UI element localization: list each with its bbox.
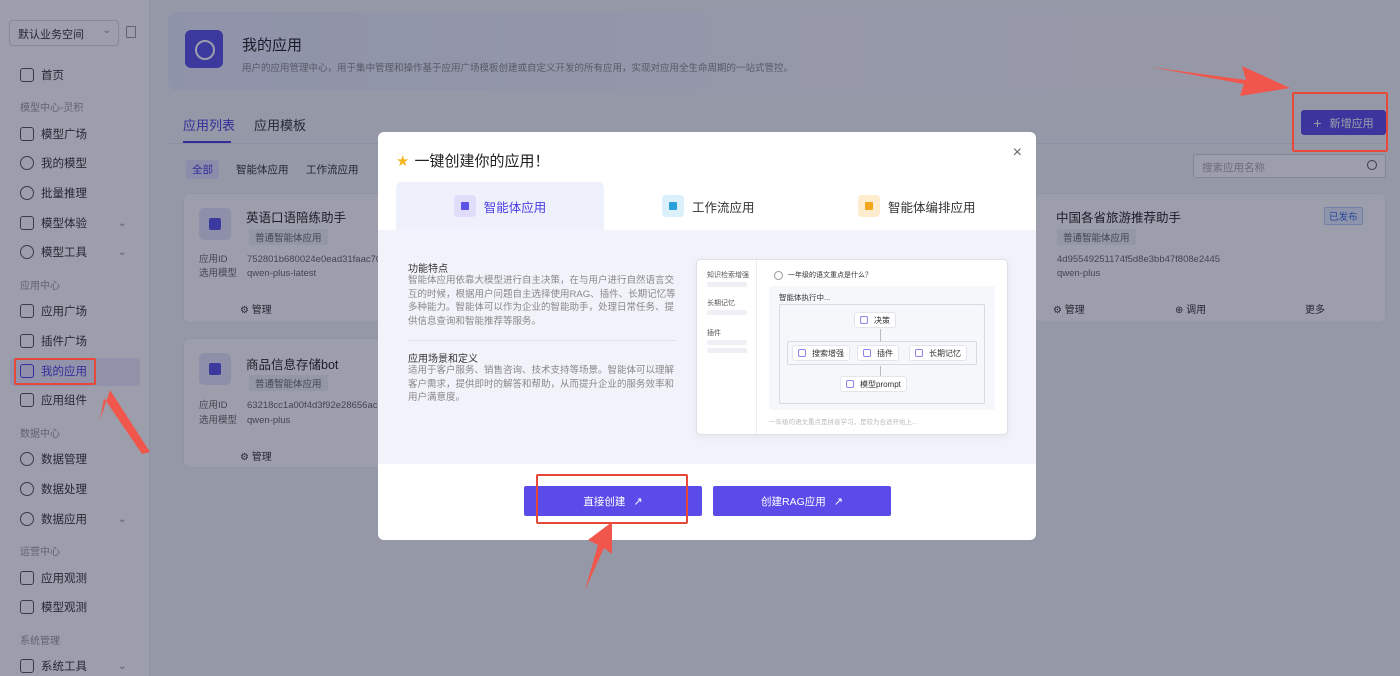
modal-title: ★ 一键创建你的应用！: [396, 150, 549, 171]
preview-bar: [707, 282, 747, 287]
preview-bar: [707, 348, 747, 353]
search-enhance-icon: [798, 349, 806, 357]
node-label: 决策: [874, 315, 890, 325]
plugin-icon: [863, 349, 871, 357]
prompt-icon: [846, 380, 854, 388]
preview-bar: [707, 340, 747, 345]
tab-label: 工作流应用: [692, 200, 755, 215]
agent-preview-image: 知识检索增强 长期记忆 插件 一年级的语文重点是什么？ 智能体执行中... 决策…: [696, 259, 1008, 435]
node-label: 长期记忆: [929, 348, 961, 358]
tab-workflow-app[interactable]: 工作流应用: [662, 182, 755, 230]
memory-icon: [915, 349, 923, 357]
preview-node-decide: 决策: [854, 312, 896, 328]
tab-label: 智能体编排应用: [888, 200, 976, 215]
create-app-modal: ★ 一键创建你的应用！ × 智能体应用 工作流应用 智能体编排应用 功能特点 智能…: [378, 132, 1036, 540]
preview-label: 知识检索增强: [707, 272, 749, 279]
star-icon: ★: [396, 152, 410, 170]
preview-node-search: 搜索增强: [792, 345, 850, 361]
node-label: 模型prompt: [860, 379, 901, 389]
preview-running: 智能体执行中...: [779, 293, 831, 302]
preview-node-plugin: 插件: [857, 345, 899, 361]
arrow-up-right-icon: ↗: [833, 495, 843, 508]
preview-input: 一年级的语文重点是拼音学习，是较为合适开始上...: [769, 419, 918, 426]
node-label: 搜索增强: [812, 348, 844, 358]
preview-label: 插件: [707, 330, 721, 337]
feature-text: 智能体应用依靠大模型进行自主决策，在与用户进行自然语言交互的时候，根据用户问题自…: [408, 275, 676, 327]
annotation-box-add-app: [1292, 92, 1388, 152]
annotation-box-direct-create: [536, 474, 688, 524]
scene-text: 适用于客户服务、销售咨询、技术支持等场景。智能体可以理解客户需求，提供即时的解答…: [408, 365, 675, 403]
preview-label: 长期记忆: [707, 300, 735, 307]
decide-icon: [860, 316, 868, 324]
annotation-box-my-apps: [14, 358, 96, 385]
tab-orchestration-app[interactable]: 智能体编排应用: [858, 182, 976, 230]
tab-agent-app[interactable]: 智能体应用: [396, 182, 604, 230]
scene-title: 应用场景和定义: [408, 354, 478, 365]
preview-node-prompt: 模型prompt: [840, 376, 907, 392]
preview-question: 一年级的语文重点是什么？: [774, 270, 872, 280]
connector: [880, 366, 881, 376]
preview-node-memory: 长期记忆: [909, 345, 967, 361]
create-rag-label: 创建RAG应用: [761, 495, 826, 508]
workflow-icon: [662, 195, 684, 217]
modal-title-text: 一键创建你的应用！: [414, 153, 550, 170]
tab-label: 智能体应用: [483, 200, 547, 215]
preview-sidebar: 知识检索增强 长期记忆 插件: [697, 260, 757, 434]
create-rag-button[interactable]: 创建RAG应用 ↗: [713, 486, 891, 516]
close-icon[interactable]: ×: [1013, 144, 1022, 162]
orchestration-icon: [858, 195, 880, 217]
agent-icon: [453, 195, 476, 217]
section-divider: [408, 340, 676, 341]
connector: [880, 329, 881, 341]
node-label: 插件: [877, 348, 893, 358]
preview-bar: [707, 310, 747, 315]
feature-title: 功能特点: [408, 264, 448, 275]
